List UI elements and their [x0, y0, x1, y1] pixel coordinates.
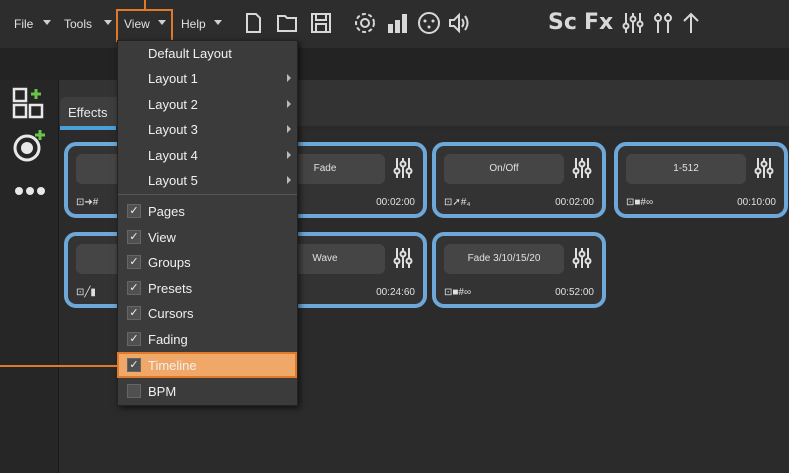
menu-item-pages[interactable]: ✓ Pages [118, 199, 297, 224]
effect-status-icons: ⊡╱▮ [76, 287, 96, 298]
effect-settings-icon[interactable] [572, 156, 592, 180]
menu-item-label: Default Layout [148, 46, 232, 61]
effect-name: Fade 3/10/15/20 [444, 244, 564, 274]
open-folder-icon[interactable] [274, 10, 300, 36]
menu-item-view[interactable]: ✓ View [118, 225, 297, 250]
add-effect-icon[interactable] [12, 128, 48, 164]
add-layout-icon[interactable] [12, 85, 46, 119]
menu-help[interactable]: Help [181, 17, 206, 31]
up-arrow-icon[interactable] [678, 10, 704, 36]
effect-status-icons: ⊡■#∞ [626, 197, 654, 208]
effect-name: 1-512 [626, 154, 746, 184]
menu-item-default-layout[interactable]: Default Layout [118, 41, 297, 66]
menu-item-label: Layout 2 [148, 97, 198, 112]
checkbox-fading[interactable]: ✓ [127, 332, 141, 346]
menu-item-label: Fading [148, 332, 188, 347]
effect-duration: 00:10:00 [737, 197, 776, 208]
menu-item-cursors[interactable]: ✓ Cursors [118, 301, 297, 326]
effect-name: On/Off [444, 154, 564, 184]
fx-icon[interactable]: Fx [584, 10, 613, 35]
checkbox-cursors[interactable]: ✓ [127, 306, 141, 320]
submenu-arrow-icon [287, 125, 291, 133]
menu-file[interactable]: File [14, 17, 33, 31]
submenu-arrow-icon [287, 100, 291, 108]
checkbox-presets[interactable]: ✓ [127, 281, 141, 295]
submenu-arrow-icon [287, 151, 291, 159]
menu-separator [118, 194, 297, 195]
menu-item-label: Cursors [148, 306, 194, 321]
menu-item-label: View [148, 230, 176, 245]
timeline-callout-line [0, 365, 117, 367]
effect-status-icons: ⊡■#∞ [444, 287, 472, 298]
more-icon[interactable] [14, 186, 46, 196]
dmx-connector-icon[interactable] [416, 10, 442, 36]
menu-item-label: Layout 3 [148, 122, 198, 137]
checkbox-bpm[interactable] [127, 384, 141, 398]
menu-item-groups[interactable]: ✓ Groups [118, 250, 297, 275]
menu-item-label: Groups [148, 255, 191, 270]
view-menu-highlight [116, 9, 173, 42]
dimmer-icon[interactable] [650, 10, 676, 36]
tools-caret-icon[interactable] [104, 20, 112, 25]
menu-item-presets[interactable]: ✓ Presets [118, 276, 297, 301]
menu-item-label: Layout 4 [148, 148, 198, 163]
effect-settings-icon[interactable] [393, 246, 413, 270]
submenu-arrow-icon [287, 74, 291, 82]
effect-card[interactable]: On/Off ⊡➚#₄ 00:02:00 [432, 142, 606, 218]
menu-item-layout-2[interactable]: Layout 2 [118, 92, 297, 117]
menu-item-bpm[interactable]: BPM [118, 379, 297, 404]
effect-settings-icon[interactable] [572, 246, 592, 270]
help-caret-icon[interactable] [214, 20, 222, 25]
checkbox-pages[interactable]: ✓ [127, 204, 141, 218]
menu-item-label: Layout 5 [148, 173, 198, 188]
menu-item-layout-3[interactable]: Layout 3 [118, 117, 297, 142]
effect-duration: 00:52:00 [555, 287, 594, 298]
menu-item-label: Pages [148, 204, 185, 219]
tab-effects-label: Effects [68, 105, 108, 120]
tab-effects[interactable]: Effects [60, 97, 120, 126]
menu-item-layout-1[interactable]: Layout 1 [118, 66, 297, 91]
sc-icon[interactable]: Sc [548, 10, 577, 35]
settings-icon[interactable] [352, 10, 378, 36]
checkbox-view[interactable]: ✓ [127, 230, 141, 244]
effect-card[interactable]: Fade 3/10/15/20 ⊡■#∞ 00:52:00 [432, 232, 606, 308]
effect-duration: 00:02:00 [376, 197, 415, 208]
menu-item-layout-4[interactable]: Layout 4 [118, 143, 297, 168]
file-caret-icon[interactable] [43, 20, 51, 25]
submenu-arrow-icon [287, 176, 291, 184]
effect-status-icons: ⊡➚#₄ [444, 197, 471, 208]
save-icon[interactable] [308, 10, 334, 36]
left-sidebar [0, 80, 59, 473]
menu-item-label: Presets [148, 281, 193, 296]
menu-tools[interactable]: Tools [64, 17, 92, 31]
view-callout-line [144, 0, 146, 9]
speaker-icon[interactable] [446, 10, 472, 36]
new-page-icon[interactable] [240, 10, 266, 36]
effect-settings-icon[interactable] [393, 156, 413, 180]
checkbox-groups[interactable]: ✓ [127, 255, 141, 269]
menu-item-label: BPM [148, 384, 177, 399]
bar-chart-icon[interactable] [384, 10, 410, 36]
menu-item-layout-5[interactable]: Layout 5 [118, 168, 297, 193]
menu-item-label: Layout 1 [148, 71, 198, 86]
effect-duration: 00:02:00 [555, 197, 594, 208]
effect-duration: 00:24:60 [376, 287, 415, 298]
timeline-highlight [117, 352, 297, 378]
menu-item-fading[interactable]: ✓ Fading [118, 327, 297, 352]
effect-status-icons: ⊡➜# [76, 197, 99, 208]
faders-icon[interactable] [620, 10, 646, 36]
effect-settings-icon[interactable] [754, 156, 774, 180]
effect-card[interactable]: 1-512 ⊡■#∞ 00:10:00 [614, 142, 788, 218]
